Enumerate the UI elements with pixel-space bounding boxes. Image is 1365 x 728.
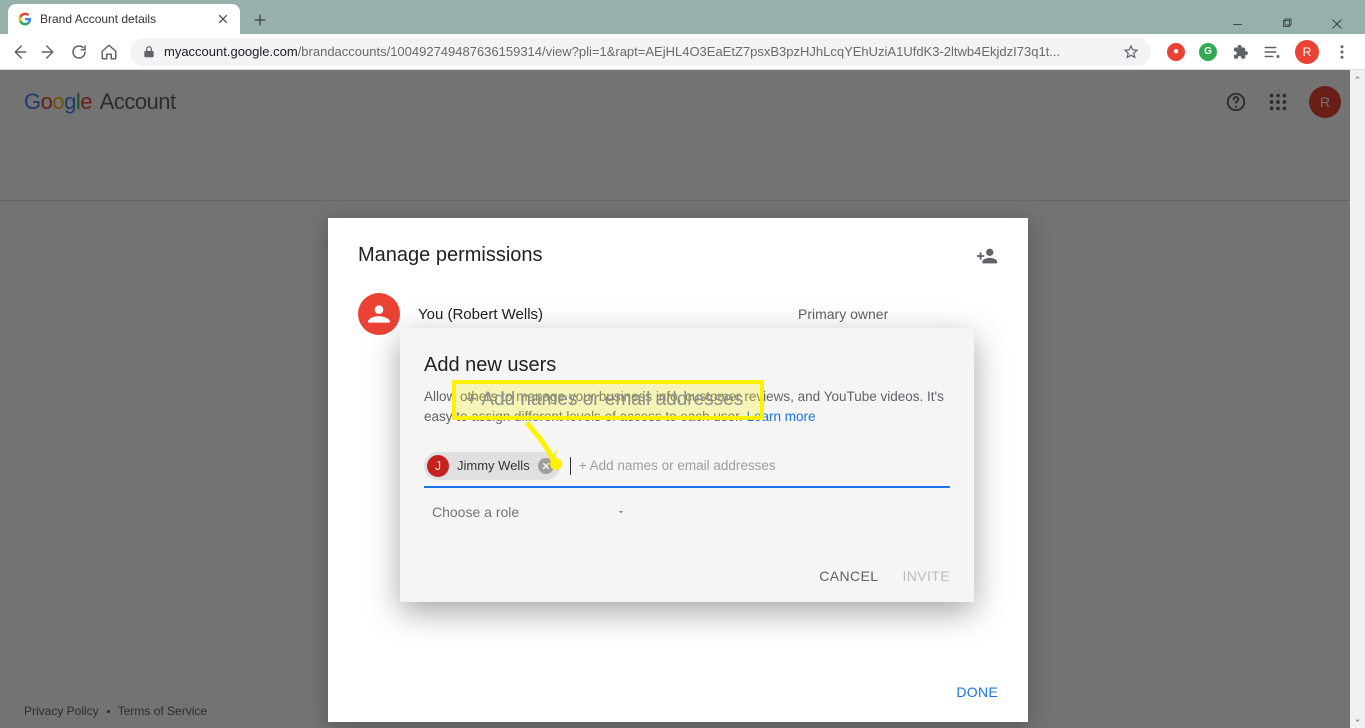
titlebar: Brand Account details (0, 0, 1365, 34)
user-name: You (Robert Wells) (418, 306, 780, 323)
role-select-label: Choose a role (432, 504, 519, 520)
chip-name: Jimmy Wells (457, 458, 530, 473)
window-controls (1223, 8, 1365, 34)
kebab-menu-icon[interactable] (1333, 43, 1351, 61)
new-tab-button[interactable] (246, 6, 274, 34)
names-input-row[interactable]: J Jimmy Wells + Add names or email addre… (424, 446, 950, 488)
user-chip: J Jimmy Wells (424, 452, 560, 480)
close-tab-icon[interactable] (216, 12, 230, 26)
role-select[interactable]: Choose a role (424, 496, 634, 528)
modal-actions: CANCEL INVITE (424, 568, 950, 584)
modal-description: Allow others to manage your business inf… (424, 387, 950, 428)
page-scrollbar[interactable] (1350, 70, 1365, 728)
chip-avatar: J (427, 455, 449, 477)
chevron-down-icon (616, 506, 626, 518)
google-favicon-icon (18, 12, 32, 26)
chip-remove-icon[interactable] (538, 458, 554, 474)
home-button[interactable] (100, 43, 118, 61)
forward-button[interactable] (40, 43, 58, 61)
browser-window: Brand Account details myaccount.google.c… (0, 0, 1365, 728)
profile-avatar[interactable]: R (1295, 40, 1319, 64)
extension-green-icon[interactable]: G (1199, 43, 1217, 61)
extension-red-icon[interactable]: ● (1167, 43, 1185, 61)
star-icon[interactable] (1123, 44, 1139, 60)
extensions-icon[interactable] (1231, 43, 1249, 61)
minimize-button[interactable] (1223, 14, 1251, 34)
extension-icons: ● G R (1163, 40, 1355, 64)
scroll-down-icon[interactable] (1352, 715, 1363, 726)
page: Google Account R Privacy Policy Terms of… (0, 70, 1365, 728)
reading-list-icon[interactable] (1263, 43, 1281, 61)
tab-title: Brand Account details (40, 12, 208, 26)
invite-button[interactable]: INVITE (902, 568, 950, 584)
user-avatar-icon (358, 293, 400, 335)
modal-title: Add new users (424, 354, 950, 377)
names-input-placeholder: + Add names or email addresses (579, 458, 776, 473)
back-button[interactable] (10, 43, 28, 61)
done-button[interactable]: DONE (956, 684, 998, 700)
address-bar[interactable]: myaccount.google.com/brandaccounts/10049… (130, 38, 1151, 66)
add-users-modal: Add new users Allow others to manage you… (400, 328, 974, 602)
close-window-button[interactable] (1323, 14, 1351, 34)
reload-button[interactable] (70, 43, 88, 61)
text-cursor (570, 457, 571, 475)
panel-title: Manage permissions (358, 244, 543, 267)
url-text: myaccount.google.com/brandaccounts/10049… (164, 44, 1115, 59)
add-people-icon[interactable] (976, 245, 998, 267)
scroll-up-icon[interactable] (1352, 72, 1363, 83)
cancel-button[interactable]: CANCEL (819, 568, 878, 584)
learn-more-link[interactable]: Learn more (746, 409, 815, 424)
maximize-button[interactable] (1273, 14, 1301, 34)
lock-icon (142, 45, 156, 59)
browser-toolbar: myaccount.google.com/brandaccounts/10049… (0, 34, 1365, 70)
browser-tab[interactable]: Brand Account details (8, 4, 240, 34)
user-role: Primary owner (798, 306, 998, 322)
